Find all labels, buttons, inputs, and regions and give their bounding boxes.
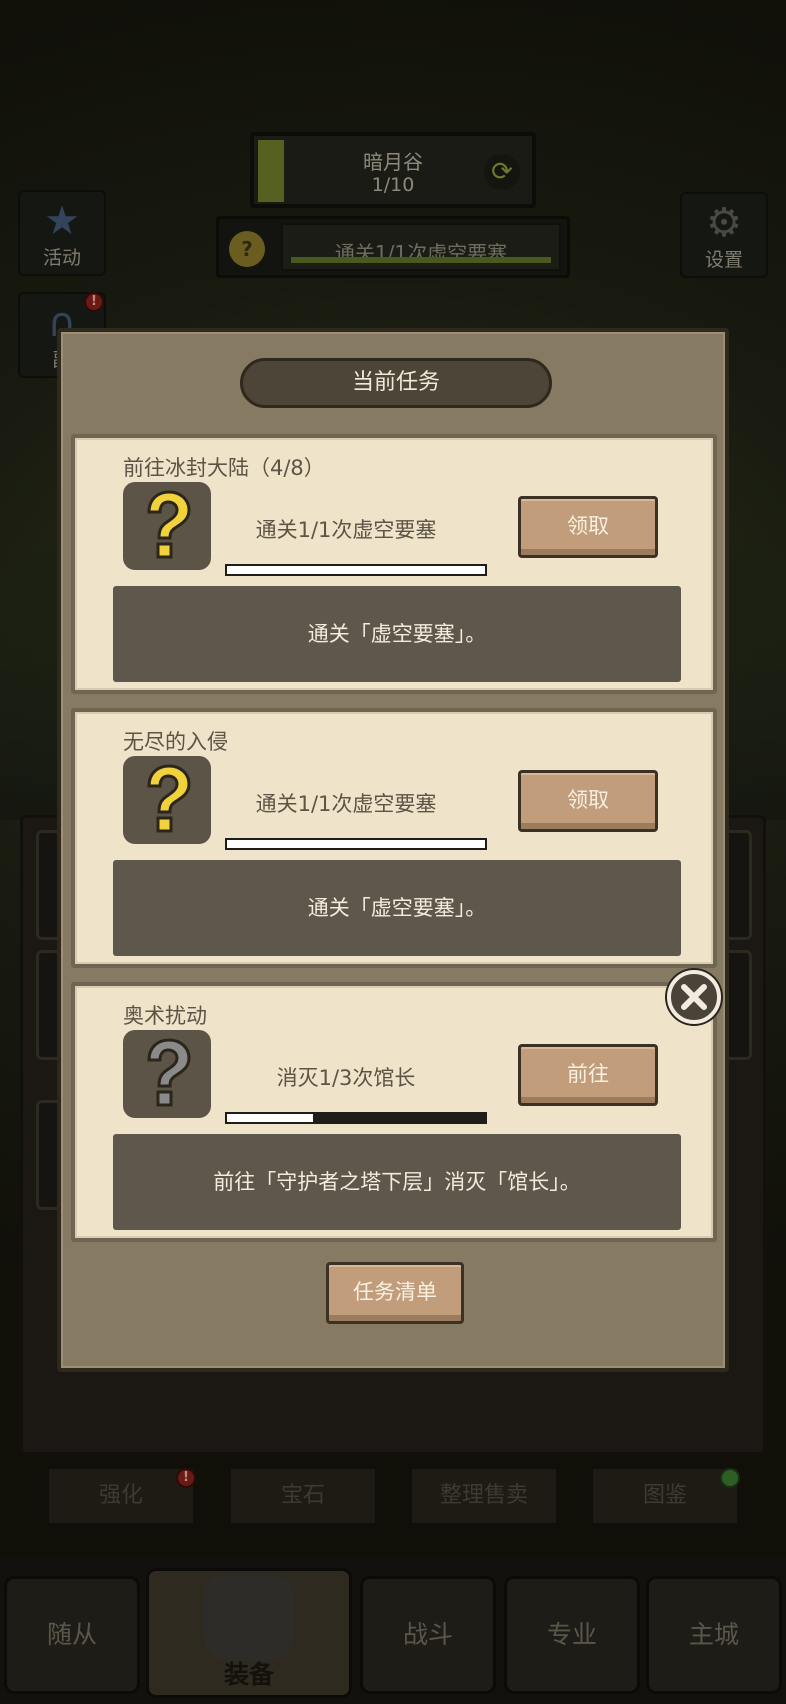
task-progress-fill: [227, 566, 485, 574]
close-icon: [681, 984, 707, 1010]
question-mark-icon: [123, 482, 211, 570]
task-progress-bar: [225, 838, 487, 850]
close-button[interactable]: [667, 970, 721, 1024]
task-card: 前往冰封大陆（4/8） 通关1/1次虚空要塞 领取 通关「虚空要塞」。: [71, 434, 717, 694]
task-description: 通关「虚空要塞」。: [113, 586, 681, 682]
task-goal-text: 消灭1/3次馆长: [276, 1066, 416, 1090]
task-goal-text: 通关1/1次虚空要塞: [255, 792, 437, 816]
task-list-button[interactable]: 任务清单: [326, 1262, 464, 1324]
task-progress-fill: [227, 1114, 313, 1122]
current-tasks-modal: 当前任务 前往冰封大陆（4/8） 通关1/1次虚空要塞 领取 通关「虚空要塞」。…: [57, 328, 729, 1372]
go-button[interactable]: 前往: [518, 1044, 658, 1106]
modal-title: 当前任务: [240, 358, 552, 408]
task-name: 无尽的入侵: [123, 730, 228, 754]
claim-button[interactable]: 领取: [518, 770, 658, 832]
task-progress-bar: [225, 564, 487, 576]
task-progress-fill: [227, 840, 485, 848]
task-progress-bar: [225, 1112, 487, 1124]
task-card: 奥术扰动 消灭1/3次馆长 前往 前往「守护者之塔下层」消灭「馆长」。: [71, 982, 717, 1242]
task-description: 通关「虚空要塞」。: [113, 860, 681, 956]
claim-button[interactable]: 领取: [518, 496, 658, 558]
task-goal-text: 通关1/1次虚空要塞: [255, 518, 437, 542]
question-mark-icon: [123, 756, 211, 844]
task-name: 前往冰封大陆（4/8）: [123, 456, 325, 480]
question-mark-icon: [123, 1030, 211, 1118]
task-description: 前往「守护者之塔下层」消灭「馆长」。: [113, 1134, 681, 1230]
task-card: 无尽的入侵 通关1/1次虚空要塞 领取 通关「虚空要塞」。: [71, 708, 717, 968]
task-name: 奥术扰动: [123, 1004, 207, 1028]
